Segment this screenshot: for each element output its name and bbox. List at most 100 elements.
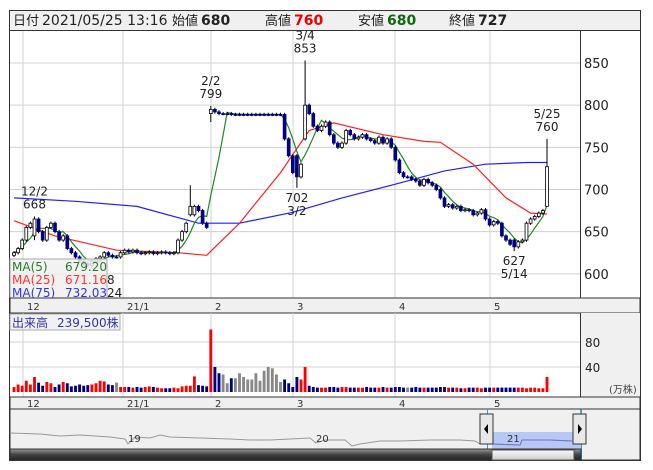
volume-bar [406,387,410,392]
volume-bar [213,367,217,392]
candle-body [36,218,41,233]
candle-body [44,227,49,241]
volume-bar [430,387,434,392]
close-label: 終値 [449,13,475,29]
candle-body [372,140,377,144]
volume-bar [488,387,492,392]
volume-bar [221,374,225,392]
date-label: 日付 [13,14,39,29]
volume-bar [209,329,213,392]
volume-bar [266,367,270,392]
candle-body [541,210,545,214]
volume-bar [459,388,463,392]
low-value: 680 [387,13,416,29]
candle-body [315,125,320,131]
price-tick-label: 750 [584,141,609,156]
ma-legend: MA(5) 679.20 MA(25) 671.16 MA(75) 732.03… [9,258,122,300]
volume-bar [520,387,524,392]
candle-body [180,231,184,241]
volume-bar [504,387,508,392]
month-label: 21/1 [127,399,149,410]
candle-body [204,222,209,228]
candle-body [340,142,344,148]
volume-bar [426,387,430,392]
candle-body [487,218,492,226]
month-label: 3 [297,302,303,313]
annotation-date: 3/2 [287,204,306,218]
candle-body [356,136,361,140]
volume-bar [455,387,459,392]
volume-bar [299,379,303,392]
ma25-label: MA(25) [12,273,55,287]
candle-body [12,252,16,256]
month-label: 5 [494,302,500,313]
scrollbar-thumb[interactable] [491,449,575,461]
candle-body [364,134,369,140]
volume-bar [545,377,549,392]
volume-bar [102,381,106,392]
candle-body [24,227,29,241]
candle-body [319,125,324,131]
month-label: 21/1 [127,302,149,313]
candle-body [438,189,443,199]
candle-body [110,254,115,258]
candle-body [336,142,340,148]
candle-body [106,252,111,256]
candle-body [352,134,357,140]
volume-bar [217,373,221,392]
candle-body [409,176,414,180]
volume-bar [410,387,414,392]
volume-bar [242,377,246,392]
volume-date-axis [9,396,641,410]
volume-bar [516,387,520,392]
candle-body [241,114,246,116]
volume-bar [233,378,237,392]
candle-body [442,197,447,207]
volume-bar [541,388,545,392]
candle-body [176,239,180,254]
volume-bar [192,376,196,392]
candle-body [446,204,451,207]
candle-body [245,114,250,116]
chart-frame [9,10,641,461]
candle-body [53,222,57,233]
volume-bar [447,387,451,392]
range-handle-right[interactable] [572,413,587,445]
volume-bar [443,387,446,392]
volume-bar [45,382,49,392]
candle-body [73,252,78,258]
volume-bar [279,382,282,392]
candle-body [532,216,537,220]
candle-body [167,252,172,255]
volume-bar [28,384,32,392]
volume-bar [332,387,336,392]
volume-tick-40: 40 [585,361,600,375]
volume-bar [86,385,90,392]
candle-body [311,113,316,127]
candle-body [254,114,258,116]
volume-bar [69,386,73,392]
volume-bar [238,373,241,392]
volume-bar [131,387,135,392]
open-value: 680 [201,13,230,29]
volume-bar [537,388,541,392]
candle-body [536,212,541,217]
candle-body [61,235,66,241]
volume-bar [320,387,323,392]
candle-body [213,108,217,113]
volume-bar [184,385,188,392]
volume-bar [16,384,20,392]
volume-bar [463,388,467,392]
candle-body [479,209,484,214]
month-label: 3 [297,399,303,410]
candle-body [422,178,426,186]
volume-bar [381,387,385,392]
range-handle-left[interactable] [479,413,494,445]
candle-body [225,113,230,115]
candle-body [229,113,234,115]
candle-body [368,138,373,141]
volume-bar [258,380,262,392]
volume-bar [340,387,344,392]
candle-body [118,252,123,258]
candle-body [114,256,119,259]
